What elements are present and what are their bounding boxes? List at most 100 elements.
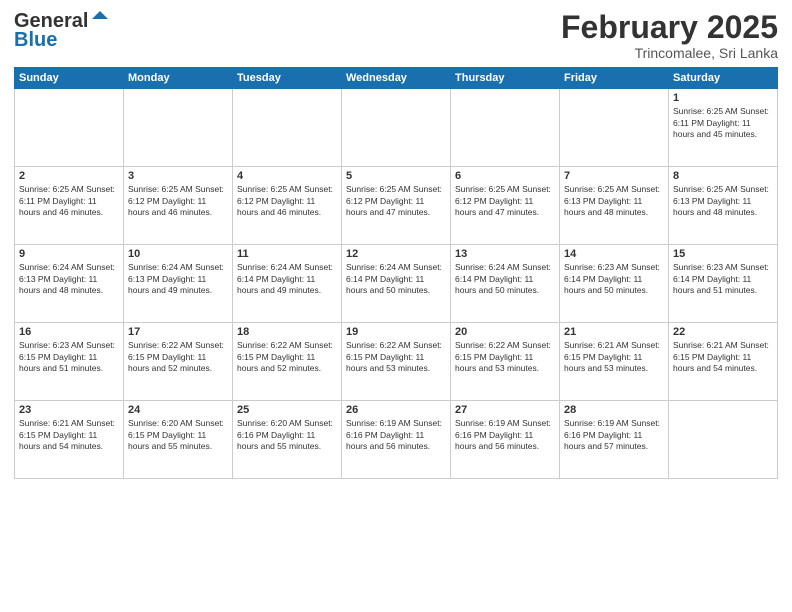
day-info: Sunrise: 6:22 AM Sunset: 6:15 PM Dayligh… bbox=[346, 340, 446, 374]
day-info: Sunrise: 6:25 AM Sunset: 6:12 PM Dayligh… bbox=[346, 184, 446, 218]
col-thursday: Thursday bbox=[451, 68, 560, 89]
logo: General Blue bbox=[14, 10, 110, 52]
day-number: 16 bbox=[19, 326, 119, 338]
day-number: 5 bbox=[346, 170, 446, 182]
table-row: 22 Sunrise: 6:21 AM Sunset: 6:15 PM Dayli… bbox=[669, 323, 778, 401]
table-row: 3 Sunrise: 6:25 AM Sunset: 6:12 PM Daylig… bbox=[124, 167, 233, 245]
table-row: 26 Sunrise: 6:19 AM Sunset: 6:16 PM Dayli… bbox=[342, 401, 451, 479]
table-row: 16 Sunrise: 6:23 AM Sunset: 6:15 PM Dayli… bbox=[15, 323, 124, 401]
table-row: 11 Sunrise: 6:24 AM Sunset: 6:14 PM Dayli… bbox=[233, 245, 342, 323]
page: General Blue February 2025 Trincomalee, … bbox=[0, 0, 792, 612]
header: General Blue February 2025 Trincomalee, … bbox=[14, 10, 778, 61]
table-row bbox=[342, 89, 451, 167]
day-info: Sunrise: 6:25 AM Sunset: 6:13 PM Dayligh… bbox=[673, 184, 773, 218]
day-number: 17 bbox=[128, 326, 228, 338]
col-sunday: Sunday bbox=[15, 68, 124, 89]
table-row: 5 Sunrise: 6:25 AM Sunset: 6:12 PM Daylig… bbox=[342, 167, 451, 245]
day-number: 3 bbox=[128, 170, 228, 182]
day-info: Sunrise: 6:25 AM Sunset: 6:11 PM Dayligh… bbox=[19, 184, 119, 218]
day-number: 24 bbox=[128, 404, 228, 416]
table-row: 18 Sunrise: 6:22 AM Sunset: 6:15 PM Dayli… bbox=[233, 323, 342, 401]
day-info: Sunrise: 6:21 AM Sunset: 6:15 PM Dayligh… bbox=[673, 340, 773, 374]
col-tuesday: Tuesday bbox=[233, 68, 342, 89]
table-row: 10Sunrise: 6:24 AM Sunset: 6:13 PM Dayli… bbox=[124, 245, 233, 323]
day-number: 4 bbox=[237, 170, 337, 182]
day-number: 25 bbox=[237, 404, 337, 416]
day-info: Sunrise: 6:19 AM Sunset: 6:16 PM Dayligh… bbox=[455, 418, 555, 452]
table-row: 17 Sunrise: 6:22 AM Sunset: 6:15 PM Dayli… bbox=[124, 323, 233, 401]
table-row: 20 Sunrise: 6:22 AM Sunset: 6:15 PM Dayli… bbox=[451, 323, 560, 401]
calendar-week-3: 16 Sunrise: 6:23 AM Sunset: 6:15 PM Dayli… bbox=[15, 323, 778, 401]
table-row: 12Sunrise: 6:24 AM Sunset: 6:14 PM Dayli… bbox=[342, 245, 451, 323]
col-friday: Friday bbox=[560, 68, 669, 89]
logo-icon bbox=[90, 9, 110, 29]
table-row: 13 Sunrise: 6:24 AM Sunset: 6:14 PM Dayli… bbox=[451, 245, 560, 323]
day-number: 6 bbox=[455, 170, 555, 182]
calendar-week-1: 2Sunrise: 6:25 AM Sunset: 6:11 PM Daylig… bbox=[15, 167, 778, 245]
table-row bbox=[15, 89, 124, 167]
day-info: Sunrise: 6:22 AM Sunset: 6:15 PM Dayligh… bbox=[237, 340, 337, 374]
table-row: 19 Sunrise: 6:22 AM Sunset: 6:15 PM Dayli… bbox=[342, 323, 451, 401]
table-row bbox=[451, 89, 560, 167]
day-info: Sunrise: 6:24 AM Sunset: 6:14 PM Dayligh… bbox=[455, 262, 555, 296]
day-info: Sunrise: 6:19 AM Sunset: 6:16 PM Dayligh… bbox=[564, 418, 664, 452]
table-row bbox=[124, 89, 233, 167]
day-info: Sunrise: 6:20 AM Sunset: 6:15 PM Dayligh… bbox=[128, 418, 228, 452]
table-row: 4 Sunrise: 6:25 AM Sunset: 6:12 PM Daylig… bbox=[233, 167, 342, 245]
table-row: 7 Sunrise: 6:25 AM Sunset: 6:13 PM Daylig… bbox=[560, 167, 669, 245]
day-number: 7 bbox=[564, 170, 664, 182]
day-number: 20 bbox=[455, 326, 555, 338]
table-row bbox=[669, 401, 778, 479]
col-saturday: Saturday bbox=[669, 68, 778, 89]
title-block: February 2025 Trincomalee, Sri Lanka bbox=[561, 10, 778, 61]
day-number: 13 bbox=[455, 248, 555, 260]
table-row bbox=[233, 89, 342, 167]
calendar-week-4: 23Sunrise: 6:21 AM Sunset: 6:15 PM Dayli… bbox=[15, 401, 778, 479]
calendar-header-row: Sunday Monday Tuesday Wednesday Thursday… bbox=[15, 68, 778, 89]
month-title: February 2025 bbox=[561, 10, 778, 45]
day-info: Sunrise: 6:25 AM Sunset: 6:12 PM Dayligh… bbox=[237, 184, 337, 218]
day-info: Sunrise: 6:24 AM Sunset: 6:13 PM Dayligh… bbox=[128, 262, 228, 296]
table-row: 23Sunrise: 6:21 AM Sunset: 6:15 PM Dayli… bbox=[15, 401, 124, 479]
day-info: Sunrise: 6:23 AM Sunset: 6:15 PM Dayligh… bbox=[19, 340, 119, 374]
table-row: 8 Sunrise: 6:25 AM Sunset: 6:13 PM Daylig… bbox=[669, 167, 778, 245]
day-info: Sunrise: 6:19 AM Sunset: 6:16 PM Dayligh… bbox=[346, 418, 446, 452]
day-info: Sunrise: 6:25 AM Sunset: 6:12 PM Dayligh… bbox=[128, 184, 228, 218]
table-row: 21Sunrise: 6:21 AM Sunset: 6:15 PM Dayli… bbox=[560, 323, 669, 401]
table-row: 2Sunrise: 6:25 AM Sunset: 6:11 PM Daylig… bbox=[15, 167, 124, 245]
day-number: 19 bbox=[346, 326, 446, 338]
day-number: 9 bbox=[19, 248, 119, 260]
day-info: Sunrise: 6:25 AM Sunset: 6:12 PM Dayligh… bbox=[455, 184, 555, 218]
calendar-week-0: 1 Sunrise: 6:25 AM Sunset: 6:11 PM Daylig… bbox=[15, 89, 778, 167]
day-info: Sunrise: 6:21 AM Sunset: 6:15 PM Dayligh… bbox=[19, 418, 119, 452]
day-info: Sunrise: 6:22 AM Sunset: 6:15 PM Dayligh… bbox=[455, 340, 555, 374]
day-number: 15 bbox=[673, 248, 773, 260]
day-number: 26 bbox=[346, 404, 446, 416]
day-number: 1 bbox=[673, 92, 773, 104]
day-number: 8 bbox=[673, 170, 773, 182]
table-row bbox=[560, 89, 669, 167]
day-number: 12 bbox=[346, 248, 446, 260]
day-info: Sunrise: 6:25 AM Sunset: 6:11 PM Dayligh… bbox=[673, 106, 773, 140]
table-row: 1 Sunrise: 6:25 AM Sunset: 6:11 PM Daylig… bbox=[669, 89, 778, 167]
table-row: 25Sunrise: 6:20 AM Sunset: 6:16 PM Dayli… bbox=[233, 401, 342, 479]
table-row: 15 Sunrise: 6:23 AM Sunset: 6:14 PM Dayli… bbox=[669, 245, 778, 323]
calendar-table: Sunday Monday Tuesday Wednesday Thursday… bbox=[14, 67, 778, 479]
table-row: 24 Sunrise: 6:20 AM Sunset: 6:15 PM Dayli… bbox=[124, 401, 233, 479]
table-row: 6 Sunrise: 6:25 AM Sunset: 6:12 PM Daylig… bbox=[451, 167, 560, 245]
day-number: 27 bbox=[455, 404, 555, 416]
day-info: Sunrise: 6:24 AM Sunset: 6:13 PM Dayligh… bbox=[19, 262, 119, 296]
logo-blue: Blue bbox=[14, 29, 57, 52]
day-info: Sunrise: 6:23 AM Sunset: 6:14 PM Dayligh… bbox=[673, 262, 773, 296]
table-row: 9 Sunrise: 6:24 AM Sunset: 6:13 PM Daylig… bbox=[15, 245, 124, 323]
day-info: Sunrise: 6:25 AM Sunset: 6:13 PM Dayligh… bbox=[564, 184, 664, 218]
day-info: Sunrise: 6:21 AM Sunset: 6:15 PM Dayligh… bbox=[564, 340, 664, 374]
location-subtitle: Trincomalee, Sri Lanka bbox=[561, 45, 778, 61]
col-monday: Monday bbox=[124, 68, 233, 89]
day-info: Sunrise: 6:22 AM Sunset: 6:15 PM Dayligh… bbox=[128, 340, 228, 374]
day-info: Sunrise: 6:24 AM Sunset: 6:14 PM Dayligh… bbox=[237, 262, 337, 296]
table-row: 14Sunrise: 6:23 AM Sunset: 6:14 PM Dayli… bbox=[560, 245, 669, 323]
day-number: 11 bbox=[237, 248, 337, 260]
day-number: 18 bbox=[237, 326, 337, 338]
day-number: 22 bbox=[673, 326, 773, 338]
